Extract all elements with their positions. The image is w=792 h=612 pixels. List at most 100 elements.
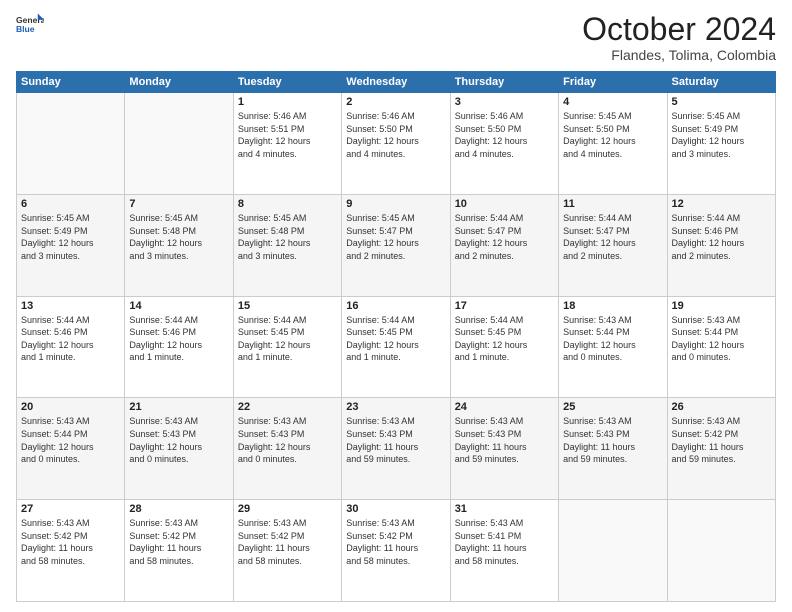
calendar-cell: 13 Sunrise: 5:44 AM Sunset: 5:46 PM Dayli… (17, 296, 125, 398)
calendar-week-3: 13 Sunrise: 5:44 AM Sunset: 5:46 PM Dayli… (17, 296, 776, 398)
header-monday: Monday (125, 72, 233, 93)
day-info: Sunrise: 5:44 AM Sunset: 5:46 PM Dayligh… (672, 212, 771, 262)
title-area: October 2024 Flandes, Tolima, Colombia (582, 12, 776, 63)
day-number: 6 (21, 198, 120, 210)
day-number: 7 (129, 198, 228, 210)
day-info: Sunrise: 5:43 AM Sunset: 5:41 PM Dayligh… (455, 517, 554, 567)
calendar-cell: 6 Sunrise: 5:45 AM Sunset: 5:49 PM Daylig… (17, 194, 125, 296)
day-info: Sunrise: 5:43 AM Sunset: 5:42 PM Dayligh… (672, 415, 771, 465)
day-number: 12 (672, 198, 771, 210)
day-info: Sunrise: 5:44 AM Sunset: 5:45 PM Dayligh… (346, 314, 445, 364)
day-info: Sunrise: 5:44 AM Sunset: 5:46 PM Dayligh… (21, 314, 120, 364)
calendar-cell: 9 Sunrise: 5:45 AM Sunset: 5:47 PM Daylig… (342, 194, 450, 296)
day-number: 4 (563, 96, 662, 108)
day-number: 26 (672, 401, 771, 413)
calendar-cell (667, 500, 775, 602)
header-friday: Friday (559, 72, 667, 93)
day-number: 13 (21, 300, 120, 312)
page: General Blue October 2024 Flandes, Tolim… (0, 0, 792, 612)
day-number: 17 (455, 300, 554, 312)
day-info: Sunrise: 5:46 AM Sunset: 5:51 PM Dayligh… (238, 110, 337, 160)
calendar-cell: 16 Sunrise: 5:44 AM Sunset: 5:45 PM Dayli… (342, 296, 450, 398)
day-number: 14 (129, 300, 228, 312)
calendar-cell: 4Sunrise: 5:45 AM Sunset: 5:50 PM Daylig… (559, 93, 667, 195)
calendar-body: 1 Sunrise: 5:46 AM Sunset: 5:51 PM Daylig… (17, 93, 776, 602)
calendar-cell: 25 Sunrise: 5:43 AM Sunset: 5:43 PM Dayli… (559, 398, 667, 500)
svg-text:Blue: Blue (16, 24, 35, 34)
day-number: 20 (21, 401, 120, 413)
day-number: 3 (455, 96, 554, 108)
calendar-week-2: 6 Sunrise: 5:45 AM Sunset: 5:49 PM Daylig… (17, 194, 776, 296)
day-info: Sunrise: 5:43 AM Sunset: 5:42 PM Dayligh… (238, 517, 337, 567)
calendar-cell: 1 Sunrise: 5:46 AM Sunset: 5:51 PM Daylig… (233, 93, 341, 195)
calendar-cell: 18 Sunrise: 5:43 AM Sunset: 5:44 PM Dayli… (559, 296, 667, 398)
calendar-cell: 28Sunrise: 5:43 AM Sunset: 5:42 PM Dayli… (125, 500, 233, 602)
day-number: 27 (21, 503, 120, 515)
calendar-week-5: 27 Sunrise: 5:43 AM Sunset: 5:42 PM Dayli… (17, 500, 776, 602)
day-info: Sunrise: 5:43 AM Sunset: 5:42 PM Dayligh… (346, 517, 445, 567)
header-saturday: Saturday (667, 72, 775, 93)
month-title: October 2024 (582, 12, 776, 47)
calendar-cell: 2Sunrise: 5:46 AM Sunset: 5:50 PM Daylig… (342, 93, 450, 195)
day-info: Sunrise: 5:45 AM Sunset: 5:49 PM Dayligh… (672, 110, 771, 160)
day-info: Sunrise: 5:46 AM Sunset: 5:50 PM Dayligh… (455, 110, 554, 160)
day-info: Sunrise: 5:43 AM Sunset: 5:44 PM Dayligh… (21, 415, 120, 465)
day-info: Sunrise: 5:43 AM Sunset: 5:43 PM Dayligh… (563, 415, 662, 465)
day-info: Sunrise: 5:45 AM Sunset: 5:48 PM Dayligh… (238, 212, 337, 262)
day-number: 29 (238, 503, 337, 515)
day-number: 21 (129, 401, 228, 413)
day-info: Sunrise: 5:43 AM Sunset: 5:43 PM Dayligh… (455, 415, 554, 465)
day-info: Sunrise: 5:44 AM Sunset: 5:45 PM Dayligh… (238, 314, 337, 364)
calendar-cell (125, 93, 233, 195)
logo: General Blue (16, 12, 44, 40)
day-info: Sunrise: 5:44 AM Sunset: 5:47 PM Dayligh… (455, 212, 554, 262)
calendar-cell: 27 Sunrise: 5:43 AM Sunset: 5:42 PM Dayli… (17, 500, 125, 602)
day-number: 18 (563, 300, 662, 312)
calendar-cell: 30 Sunrise: 5:43 AM Sunset: 5:42 PM Dayli… (342, 500, 450, 602)
calendar-cell: 12 Sunrise: 5:44 AM Sunset: 5:46 PM Dayli… (667, 194, 775, 296)
day-number: 9 (346, 198, 445, 210)
calendar-cell: 22 Sunrise: 5:43 AM Sunset: 5:43 PM Dayli… (233, 398, 341, 500)
calendar-cell: 7Sunrise: 5:45 AM Sunset: 5:48 PM Daylig… (125, 194, 233, 296)
calendar-cell: 24Sunrise: 5:43 AM Sunset: 5:43 PM Dayli… (450, 398, 558, 500)
calendar-cell: 19Sunrise: 5:43 AM Sunset: 5:44 PM Dayli… (667, 296, 775, 398)
day-info: Sunrise: 5:44 AM Sunset: 5:46 PM Dayligh… (129, 314, 228, 364)
day-number: 10 (455, 198, 554, 210)
day-number: 30 (346, 503, 445, 515)
calendar-cell (17, 93, 125, 195)
day-info: Sunrise: 5:43 AM Sunset: 5:44 PM Dayligh… (563, 314, 662, 364)
calendar-cell: 17 Sunrise: 5:44 AM Sunset: 5:45 PM Dayli… (450, 296, 558, 398)
day-info: Sunrise: 5:45 AM Sunset: 5:49 PM Dayligh… (21, 212, 120, 262)
day-info: Sunrise: 5:43 AM Sunset: 5:43 PM Dayligh… (129, 415, 228, 465)
day-number: 25 (563, 401, 662, 413)
day-info: Sunrise: 5:45 AM Sunset: 5:47 PM Dayligh… (346, 212, 445, 262)
location: Flandes, Tolima, Colombia (582, 47, 776, 63)
day-number: 22 (238, 401, 337, 413)
day-info: Sunrise: 5:43 AM Sunset: 5:42 PM Dayligh… (129, 517, 228, 567)
day-number: 23 (346, 401, 445, 413)
day-info: Sunrise: 5:44 AM Sunset: 5:45 PM Dayligh… (455, 314, 554, 364)
calendar-cell: 11Sunrise: 5:44 AM Sunset: 5:47 PM Dayli… (559, 194, 667, 296)
calendar-cell: 31Sunrise: 5:43 AM Sunset: 5:41 PM Dayli… (450, 500, 558, 602)
calendar-cell: 14 Sunrise: 5:44 AM Sunset: 5:46 PM Dayli… (125, 296, 233, 398)
calendar-week-4: 20 Sunrise: 5:43 AM Sunset: 5:44 PM Dayli… (17, 398, 776, 500)
day-number: 19 (672, 300, 771, 312)
calendar-cell: 3 Sunrise: 5:46 AM Sunset: 5:50 PM Daylig… (450, 93, 558, 195)
day-info: Sunrise: 5:43 AM Sunset: 5:43 PM Dayligh… (238, 415, 337, 465)
calendar: Sunday Monday Tuesday Wednesday Thursday… (16, 71, 776, 602)
calendar-cell: 26 Sunrise: 5:43 AM Sunset: 5:42 PM Dayli… (667, 398, 775, 500)
calendar-cell: 29 Sunrise: 5:43 AM Sunset: 5:42 PM Dayli… (233, 500, 341, 602)
calendar-cell: 10 Sunrise: 5:44 AM Sunset: 5:47 PM Dayli… (450, 194, 558, 296)
day-number: 1 (238, 96, 337, 108)
header-thursday: Thursday (450, 72, 558, 93)
day-number: 11 (563, 198, 662, 210)
day-info: Sunrise: 5:46 AM Sunset: 5:50 PM Dayligh… (346, 110, 445, 160)
day-number: 16 (346, 300, 445, 312)
day-number: 8 (238, 198, 337, 210)
weekday-header-row: Sunday Monday Tuesday Wednesday Thursday… (17, 72, 776, 93)
day-info: Sunrise: 5:43 AM Sunset: 5:42 PM Dayligh… (21, 517, 120, 567)
calendar-cell: 8 Sunrise: 5:45 AM Sunset: 5:48 PM Daylig… (233, 194, 341, 296)
header-sunday: Sunday (17, 72, 125, 93)
calendar-cell: 15Sunrise: 5:44 AM Sunset: 5:45 PM Dayli… (233, 296, 341, 398)
header-tuesday: Tuesday (233, 72, 341, 93)
